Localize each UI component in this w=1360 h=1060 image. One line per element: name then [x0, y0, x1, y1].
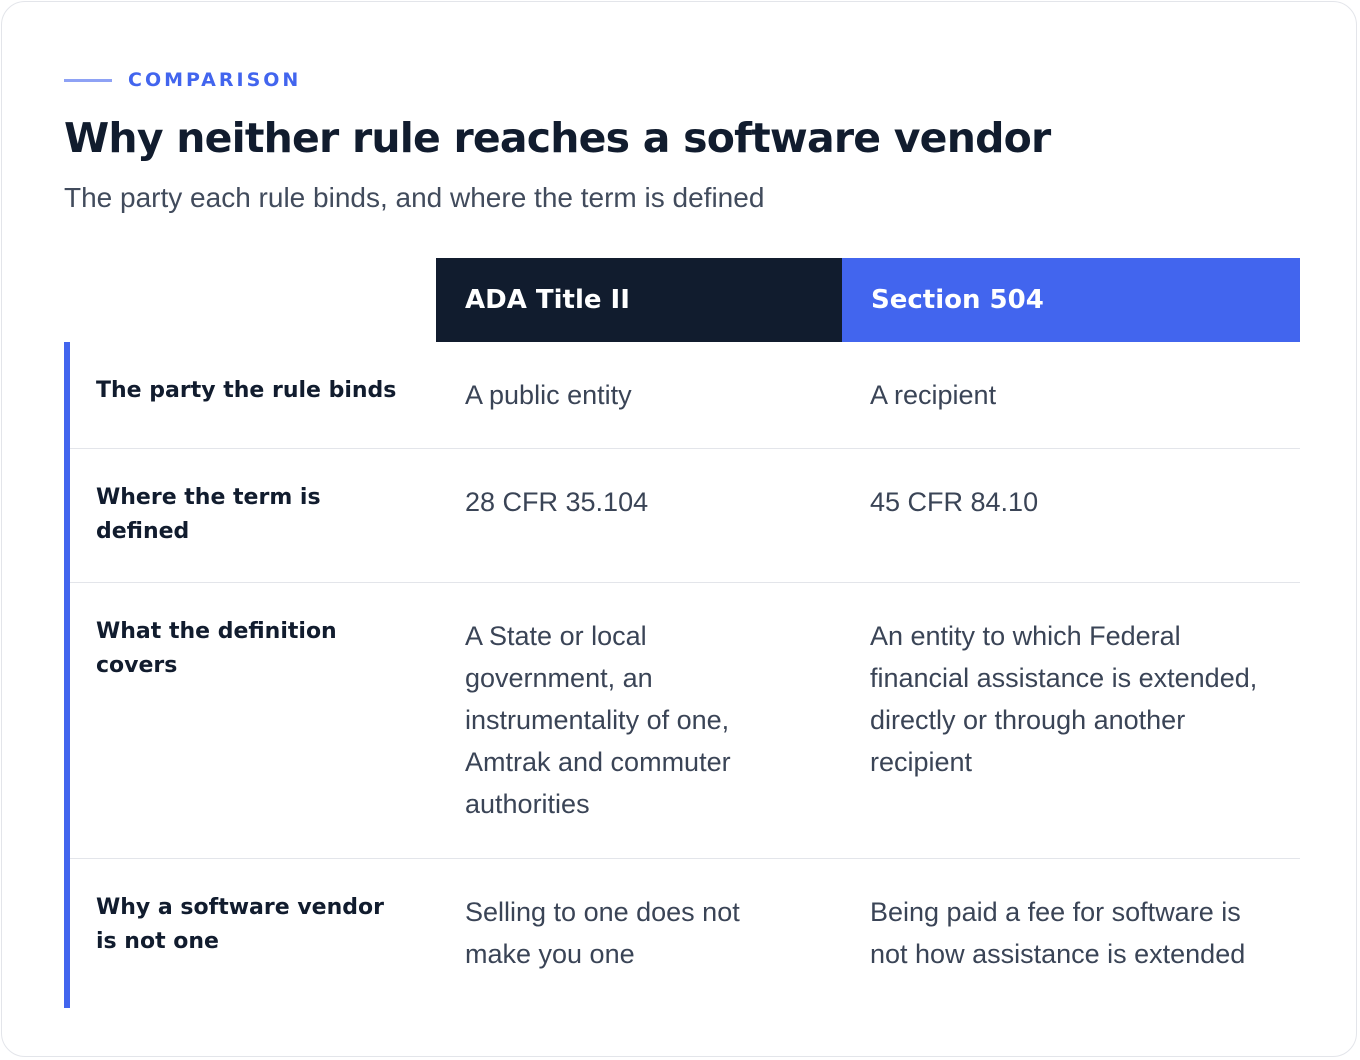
cell-section-504: Being paid a fee for software is not how…	[870, 897, 1246, 969]
row-label: Why a software vendor is not one	[96, 895, 384, 954]
row-label: Where the term is defined	[96, 485, 321, 544]
eyebrow-label: COMPARISON	[128, 69, 302, 91]
cell-section-504: An entity to which Federal financial ass…	[870, 621, 1258, 777]
eyebrow: COMPARISON	[64, 66, 301, 94]
cell-ada: 28 CFR 35.104	[465, 487, 649, 517]
column-header-ada-title-ii: ADA Title II	[436, 258, 842, 342]
column-header-section-504: Section 504	[842, 258, 1300, 342]
page-title: Why neither rule reaches a software vend…	[64, 114, 1051, 162]
table-row: Where the term is defined 28 CFR 35.104 …	[70, 449, 1300, 583]
row-label: The party the rule binds	[96, 378, 397, 403]
cell-section-504: 45 CFR 84.10	[870, 487, 1039, 517]
eyebrow-rule	[64, 78, 112, 82]
comparison-card: COMPARISON Why neither rule reaches a so…	[1, 1, 1357, 1057]
row-label: What the definition covers	[96, 619, 337, 678]
table-row: The party the rule binds A public entity…	[70, 342, 1300, 449]
cell-ada: A public entity	[465, 380, 632, 410]
table-row: Why a software vendor is not one Selling…	[70, 859, 1300, 1008]
cell-ada: Selling to one does not make you one	[465, 897, 740, 969]
cell-ada: A State or local government, an instrume…	[465, 621, 731, 819]
table-row: What the definition covers A State or lo…	[70, 583, 1300, 859]
page-subtitle: The party each rule binds, and where the…	[64, 182, 765, 213]
cell-section-504: A recipient	[870, 380, 997, 410]
